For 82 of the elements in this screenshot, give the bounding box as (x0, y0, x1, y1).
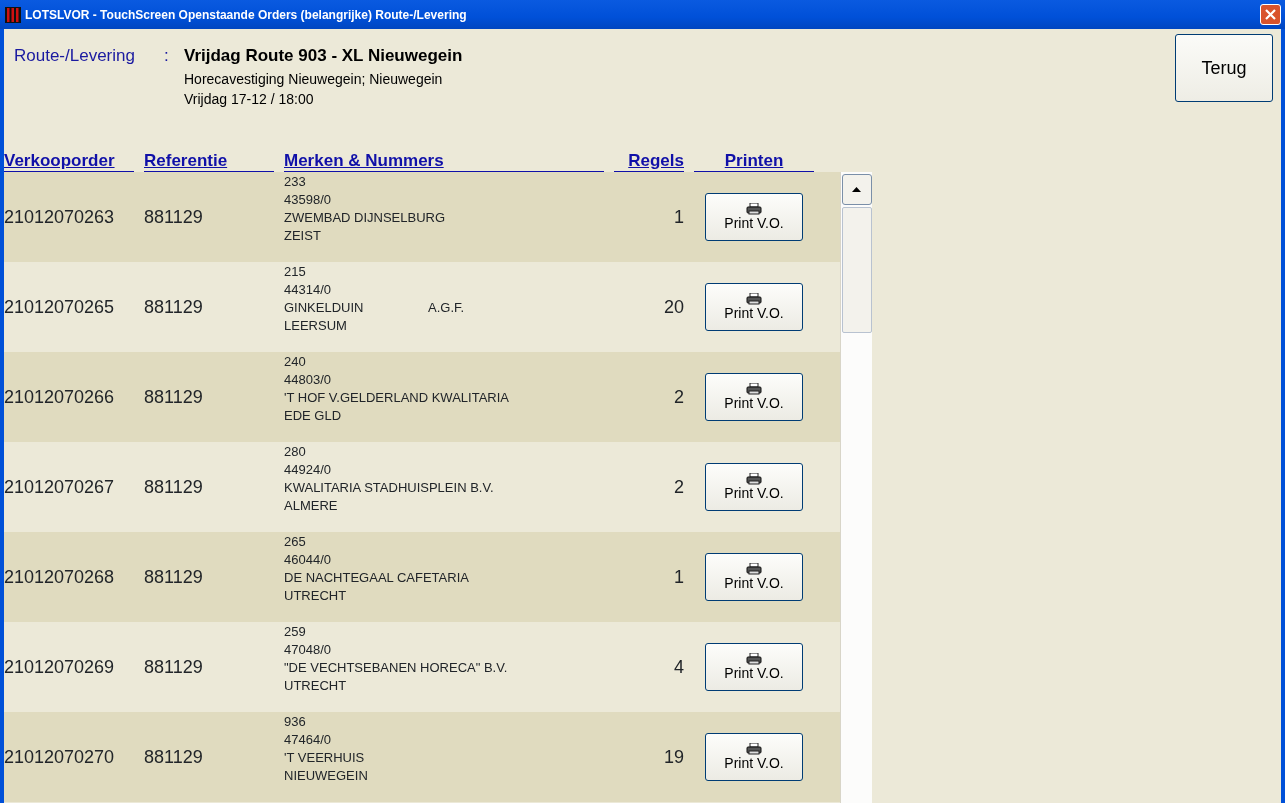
order-number: 21012070266 (4, 385, 116, 409)
marks-line: 280 (284, 443, 306, 461)
order-number: 21012070269 (4, 655, 116, 679)
app-icon (5, 6, 21, 23)
order-number: 21012070265 (4, 295, 116, 319)
reference: 881129 (144, 205, 204, 229)
route-name: Vrijdag Route 903 - XL Nieuwegein (184, 45, 463, 67)
marks-line: 233 (284, 173, 306, 191)
scrollbar[interactable] (840, 172, 872, 803)
line-count: 19 (662, 745, 684, 769)
close-button[interactable] (1260, 4, 1281, 25)
marks-line: DE NACHTEGAAL CAFETARIA (284, 569, 469, 587)
print-button[interactable]: Print V.O. (705, 373, 803, 421)
printer-icon (746, 563, 762, 575)
marks-line: 'T VEERHUIS (284, 749, 365, 767)
reference: 881129 (144, 565, 204, 589)
marks-line: 44314/0 (284, 281, 331, 299)
marks-line: 47464/0 (284, 731, 331, 749)
line-count: 1 (673, 205, 684, 229)
route-label: Route-/Levering (14, 45, 136, 67)
line-count: 4 (673, 655, 684, 679)
route-location: Horecavestiging Nieuwegein; Nieuwegein (184, 69, 444, 89)
close-icon (1265, 9, 1276, 20)
marks-line: 47048/0 (284, 641, 331, 659)
marks-line: 46044/0 (284, 551, 331, 569)
line-count: 1 (673, 565, 684, 589)
print-button[interactable]: Print V.O. (705, 733, 803, 781)
marks-line: 43598/0 (284, 191, 331, 209)
line-count: 2 (673, 385, 684, 409)
marks-line: LEERSUM (284, 317, 347, 335)
up-arrow-icon (852, 187, 861, 192)
marks-line: UTRECHT (284, 677, 347, 695)
printer-icon (746, 383, 762, 395)
route-time: Vrijdag 17-12 / 18:00 (184, 89, 315, 109)
window-title: LOTSLVOR - TouchScreen Openstaande Orders (belangrijke) Route-/Levering (25, 6, 468, 24)
marks-line: 'T HOF V.GELDERLAND KWALITARIA (284, 389, 509, 407)
order-number: 21012070268 (4, 565, 116, 589)
reference: 881129 (144, 385, 204, 409)
scroll-thumb[interactable] (841, 207, 872, 333)
reference: 881129 (144, 475, 204, 499)
table-row[interactable]: 21012070270 881129 936 47464/0 'T VEERHUIS NIEUWEGEIN 19 Print V.O. (4, 712, 840, 802)
marks-line: ZEIST (284, 227, 321, 245)
marks-line: 44924/0 (284, 461, 331, 479)
line-count: 20 (662, 295, 684, 319)
order-number: 21012070270 (4, 745, 116, 769)
marks-line: 265 (284, 533, 306, 551)
print-button[interactable]: Print V.O. (705, 643, 803, 691)
marks-line: 936 (284, 713, 306, 731)
marks-line: ALMERE (284, 497, 338, 515)
printer-icon (746, 653, 762, 665)
back-button[interactable]: Terug (1175, 34, 1273, 102)
marks-line: 240 (284, 353, 306, 371)
print-button[interactable]: Print V.O. (705, 283, 803, 331)
printer-icon (746, 743, 762, 755)
line-count: 2 (673, 475, 684, 499)
print-button[interactable]: Print V.O. (705, 193, 803, 241)
printer-icon (746, 473, 762, 485)
marks-line: GINKELDUIN (284, 299, 365, 317)
label-separator: : (164, 45, 170, 67)
marks-line: 44803/0 (284, 371, 331, 389)
scroll-up-button[interactable] (841, 174, 872, 205)
printer-icon (746, 203, 762, 215)
marks-line: EDE GLD (284, 407, 342, 425)
marks-note: A.G.F. (428, 299, 465, 317)
print-button[interactable]: Print V.O. (705, 463, 803, 511)
marks-line: KWALITARIA STADHUISPLEIN B.V. (284, 479, 494, 497)
table-row[interactable]: 21012070268 881129 265 46044/0 DE NACHTEGAAL CAFETARIA UTRECHT 1 Print V.O. (4, 532, 840, 622)
marks-line: "DE VECHTSEBANEN HORECA" B.V. (284, 659, 508, 677)
table-row[interactable]: 21012070266 881129 240 44803/0 'T HOF V.GELDERLAND KWALITARIA EDE GLD 2 Print V.O. (4, 352, 840, 442)
reference: 881129 (144, 295, 204, 319)
marks-line: 259 (284, 623, 306, 641)
marks-line: 215 (284, 263, 306, 281)
reference: 881129 (144, 745, 204, 769)
table-row[interactable]: 21012070263 881129 233 43598/0 ZWEMBAD DIJNSELBURG ZEIST 1 Print V.O. (4, 172, 840, 262)
reference: 881129 (144, 655, 204, 679)
marks-line: NIEUWEGEIN (284, 767, 368, 785)
order-number: 21012070267 (4, 475, 116, 499)
marks-line: UTRECHT (284, 587, 347, 605)
printer-icon (746, 293, 762, 305)
print-button[interactable]: Print V.O. (705, 553, 803, 601)
marks-line: ZWEMBAD DIJNSELBURG (284, 209, 446, 227)
order-number: 21012070263 (4, 205, 116, 229)
